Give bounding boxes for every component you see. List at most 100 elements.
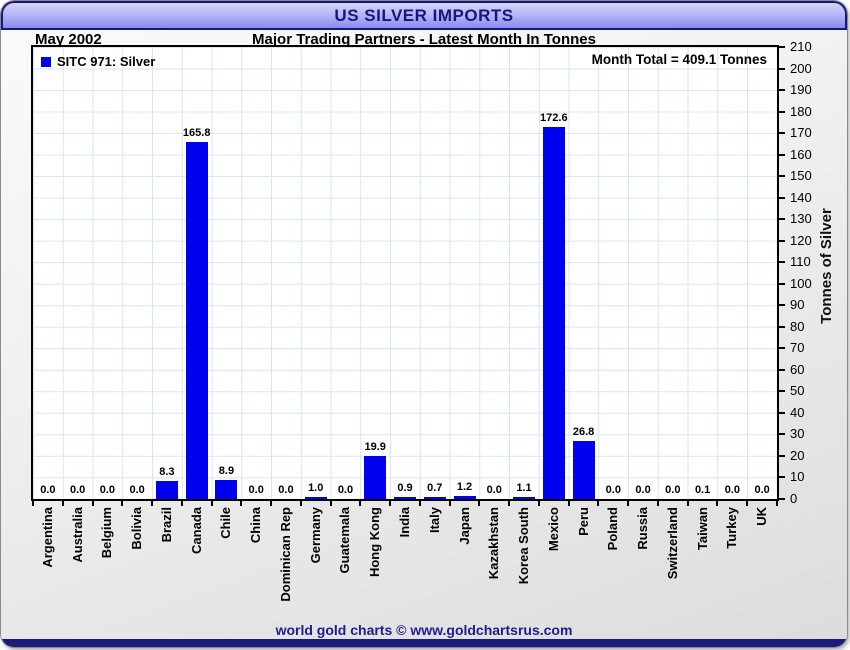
y-axis-tick-label: 180 [790,103,812,119]
x-axis: Argentina Australia Belgium Bolivia Brazil Ca… [32,501,779,631]
y-axis-tick [779,132,785,135]
y-axis-tick [779,46,785,48]
y-axis-tick [779,476,785,479]
y-axis-tick-label: 160 [790,146,812,162]
x-axis-label: Japan [456,507,472,545]
x-axis-label: Russia [635,507,651,550]
x-axis-tick [389,501,392,506]
x-axis-tick [32,501,34,506]
chart-card: US SILVER IMPORTS May 2002 Major Trading… [1,1,847,647]
bottom-accent-bar [1,639,847,647]
y-axis-tick [779,110,785,113]
legend-swatch-icon [41,56,51,67]
x-axis-tick [270,501,273,506]
y-axis-tick-label: 150 [790,168,812,184]
x-axis-tick [776,501,778,506]
legend: SITC 971: Silver [41,54,155,69]
x-axis-tick [716,501,719,506]
x-axis-tick [210,501,213,506]
x-axis-label: China [248,507,264,544]
y-axis: 0 10 20 30 40 50 60 70 80 90 100 110 120 130 140 150 160… [779,39,847,506]
x-axis-label: Korea South [516,507,532,585]
x-axis-tick [597,501,600,506]
x-axis-label: Italy [426,507,442,534]
bar-italy [423,497,446,499]
y-axis-tick-label: 190 [790,82,812,98]
bar-value-label: 1.1 [516,481,532,494]
y-axis-tick-label: 40 [790,404,805,420]
plot-area: SITC 971: Silver Month Total = 409.1 Ton… [31,45,779,501]
y-axis-tick [779,261,785,264]
x-axis-tick [567,501,570,506]
y-axis-tick [779,196,785,199]
y-axis-tick [779,325,785,328]
footer-credit: world gold charts © www.goldchartsrus.co… [275,622,573,638]
bar-value-label: 0.0 [337,484,354,496]
x-axis-label: Bolivia [129,507,145,550]
legend-label: SITC 971: Silver [57,54,156,69]
bar-value-label: 172.6 [540,112,568,125]
y-axis-tick-label: 0 [790,491,798,506]
y-axis-tick-label: 50 [790,383,805,399]
x-axis-label: Belgium [99,507,115,559]
y-axis-tick [779,454,785,457]
bar-value-label: 19.9 [364,441,386,454]
y-axis-tick-label: 70 [790,340,805,356]
x-axis-tick [627,501,630,506]
y-axis-tick [779,282,785,285]
bar-korea-south [513,496,536,499]
x-axis-tick [299,501,302,506]
y-axis-tick [779,433,785,436]
bar-value-label: 8.9 [218,464,235,477]
x-axis-label: Mexico [545,507,561,552]
bar-value-label: 26.8 [572,426,595,439]
x-axis-label: India [397,507,412,538]
x-axis-label: Peru [575,507,591,536]
y-axis-title: Tonnes of Silver [818,208,835,324]
y-axis-tick-label: 30 [790,426,805,442]
x-axis-tick [448,501,451,506]
x-axis-label: Switzerland [664,507,680,580]
y-axis-tick [779,175,785,178]
x-axis-tick [478,501,481,506]
y-axis-tick [779,239,785,242]
y-axis-tick [779,368,785,371]
x-axis-tick [686,501,689,506]
x-axis-label: Taiwan [694,507,710,551]
y-axis-tick [779,218,785,221]
x-axis-tick [180,501,183,506]
chart-title-bar: US SILVER IMPORTS [1,1,847,30]
x-axis-tick [359,501,362,506]
y-axis-tick [779,498,785,500]
x-axis-tick [746,501,749,506]
x-axis-tick [151,501,154,506]
gridlines [33,47,777,499]
bar-mexico [542,127,565,499]
y-axis-tick-label: 200 [790,60,812,76]
bar-value-label: 165.8 [182,127,211,140]
y-axis-tick [779,347,785,350]
x-axis-tick [91,501,94,506]
x-axis-label: Argentina [39,507,55,568]
x-axis-tick [656,501,659,506]
y-axis-tick [779,67,785,70]
bar-value-label: 8.3 [159,466,175,479]
y-axis-tick [779,390,785,393]
y-axis-tick-label: 10 [790,469,805,485]
y-axis-tick [779,411,785,414]
y-axis-tick-label: 210 [790,39,812,54]
x-axis-label: Poland [605,507,621,551]
x-axis-label: Canada [188,507,204,554]
x-axis-label: Australia [69,507,85,563]
y-axis-tick-label: 60 [790,361,805,377]
x-axis-tick [329,501,332,506]
y-axis-tick [779,304,785,307]
x-axis-tick [508,501,511,506]
bar-brazil [155,481,178,499]
x-axis-tick [61,501,64,506]
y-axis-tick-label: 170 [790,125,812,141]
month-total-annotation: Month Total = 409.1 Tonnes [591,52,767,67]
x-axis-label: Germany [307,507,323,564]
x-axis-tick [418,501,421,506]
x-axis-tick [537,501,540,506]
